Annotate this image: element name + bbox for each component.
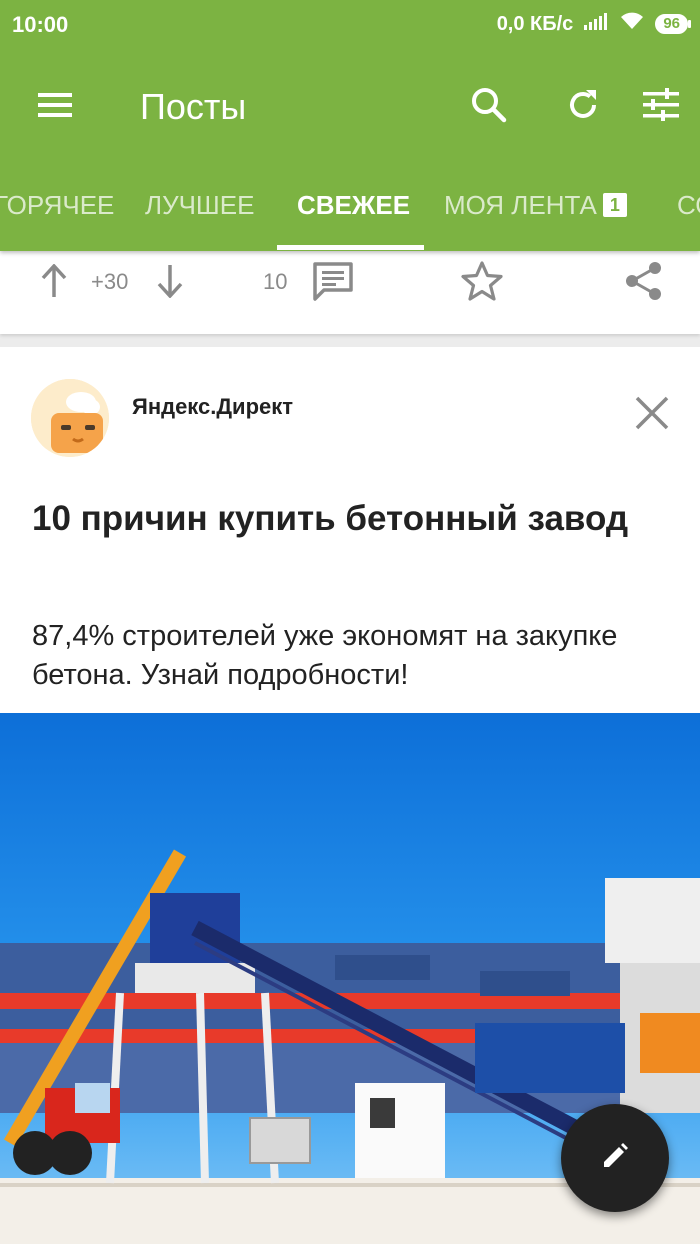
rating-count: +30 (91, 269, 129, 294)
tab-communities[interactable]: СО (677, 190, 700, 221)
star-icon[interactable] (460, 259, 504, 303)
app-bar: 10:00 0,0 КБ/с 96 Посты ГОРЯЧЕЕ ЛУЧШЕЕ С… (0, 0, 700, 251)
page-title: Посты (140, 86, 247, 127)
tab-indicator (277, 245, 424, 250)
status-bar: 10:00 0,0 КБ/с 96 (0, 0, 700, 50)
comments-count: 10 (263, 269, 288, 294)
refresh-icon[interactable] (556, 78, 610, 132)
filter-icon[interactable] (634, 78, 688, 132)
downvote-icon[interactable] (152, 261, 188, 301)
share-icon[interactable] (622, 259, 666, 303)
toolbar: Посты (0, 50, 700, 160)
tab-badge: 1 (602, 193, 627, 217)
comment-icon[interactable] (311, 259, 355, 303)
avatar (31, 379, 109, 457)
ad-source: Яндекс.Директ (132, 394, 294, 419)
tab-best[interactable]: ЛУЧШЕЕ (145, 190, 254, 221)
tab-my-feed[interactable]: МОЯ ЛЕНТА 1 (444, 190, 627, 221)
status-time: 10:00 (12, 12, 69, 37)
search-icon[interactable] (462, 78, 516, 132)
tab-my-feed-label: МОЯ ЛЕНТА (444, 190, 597, 220)
post-action-bar: +30 10 (0, 251, 700, 334)
menu-icon[interactable] (28, 78, 82, 132)
signal-icon (583, 11, 609, 37)
tab-bar: ГОРЯЧЕЕ ЛУЧШЕЕ СВЕЖЕЕ МОЯ ЛЕНТА1 СО (0, 160, 700, 251)
ad-text: 87,4% строителей уже экономят на закупке… (32, 620, 618, 691)
status-right: 0,0 КБ/с 96 (496, 11, 691, 37)
tab-hot[interactable]: ГОРЯЧЕЕ (0, 190, 114, 221)
network-speed: 0,0 КБ/с (496, 12, 574, 35)
tab-fresh[interactable]: СВЕЖЕЕ (297, 190, 410, 221)
wifi-icon (619, 11, 645, 37)
new-post-button[interactable] (561, 1104, 669, 1212)
close-icon[interactable] (624, 385, 680, 441)
ad-title[interactable]: 10 причин купить бетонный завод (32, 495, 672, 542)
pencil-icon (600, 1141, 630, 1176)
battery-icon: 96 (655, 14, 691, 34)
upvote-icon[interactable] (36, 261, 72, 301)
